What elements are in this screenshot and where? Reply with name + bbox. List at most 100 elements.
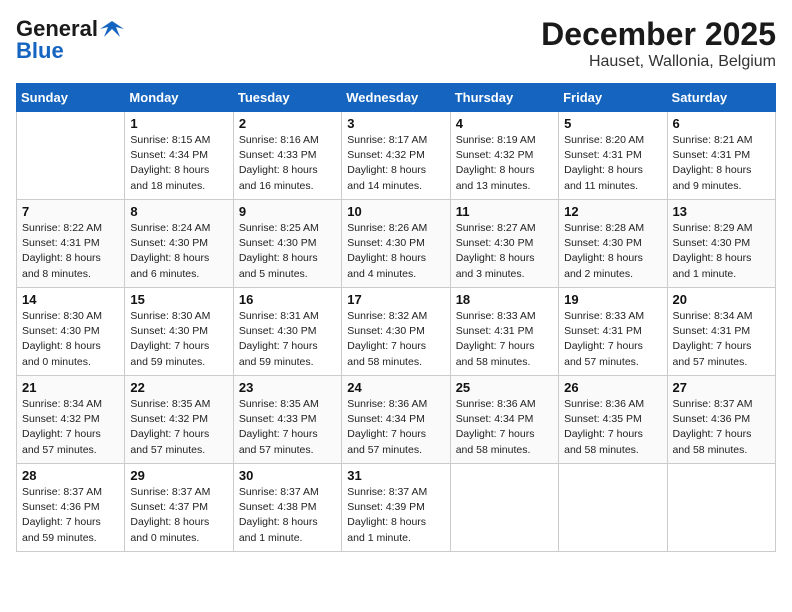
weekday-header: Monday <box>125 84 233 112</box>
calendar-day-cell: 11 Sunrise: 8:27 AMSunset: 4:30 PMDayligh… <box>450 200 558 288</box>
calendar-day-cell: 17Sunrise: 8:32 AMSunset: 4:30 PMDayligh… <box>342 288 450 376</box>
day-number: 31 <box>347 468 444 483</box>
calendar-day-cell: 16 Sunrise: 8:31 AMSunset: 4:30 PMDayligh… <box>233 288 341 376</box>
day-number: 8 <box>130 204 227 219</box>
calendar-day-cell: 23 Sunrise: 8:35 AMSunset: 4:33 PMDayligh… <box>233 376 341 464</box>
day-info: Sunrise: 8:21 AMSunset: 4:31 PMDaylight:… <box>673 133 770 194</box>
calendar-day-cell: 14Sunrise: 8:30 AMSunset: 4:30 PMDayligh… <box>17 288 125 376</box>
day-number: 23 <box>239 380 336 395</box>
logo-blue: Blue <box>16 38 64 64</box>
calendar-day-cell: 24 Sunrise: 8:36 AMSunset: 4:34 PMDayligh… <box>342 376 450 464</box>
calendar-day-cell: 15 Sunrise: 8:30 AMSunset: 4:30 PMDayligh… <box>125 288 233 376</box>
day-number: 27 <box>673 380 770 395</box>
weekday-header: Sunday <box>17 84 125 112</box>
calendar-table: SundayMondayTuesdayWednesdayThursdayFrid… <box>16 83 776 552</box>
day-number: 24 <box>347 380 444 395</box>
day-info: Sunrise: 8:36 AMSunset: 4:34 PMDaylight:… <box>347 397 444 458</box>
day-info: Sunrise: 8:32 AMSunset: 4:30 PMDaylight:… <box>347 309 444 370</box>
day-info: Sunrise: 8:27 AMSunset: 4:30 PMDaylight:… <box>456 221 553 282</box>
day-number: 29 <box>130 468 227 483</box>
calendar-header-row: SundayMondayTuesdayWednesdayThursdayFrid… <box>17 84 776 112</box>
day-info: Sunrise: 8:33 AMSunset: 4:31 PMDaylight:… <box>564 309 661 370</box>
day-info: Sunrise: 8:15 AMSunset: 4:34 PMDaylight:… <box>130 133 227 194</box>
calendar-week-row: 28 Sunrise: 8:37 AMSunset: 4:36 PMDayligh… <box>17 464 776 552</box>
day-number: 5 <box>564 116 661 131</box>
calendar-day-cell: 20 Sunrise: 8:34 AMSunset: 4:31 PMDayligh… <box>667 288 775 376</box>
day-info: Sunrise: 8:37 AMSunset: 4:37 PMDaylight:… <box>130 485 227 546</box>
day-number: 15 <box>130 292 227 307</box>
calendar-day-cell: 31Sunrise: 8:37 AMSunset: 4:39 PMDayligh… <box>342 464 450 552</box>
weekday-header: Saturday <box>667 84 775 112</box>
page-header: General Blue December 2025 Hauset, Wallo… <box>16 16 776 71</box>
day-number: 18 <box>456 292 553 307</box>
weekday-header: Thursday <box>450 84 558 112</box>
day-info: Sunrise: 8:25 AMSunset: 4:30 PMDaylight:… <box>239 221 336 282</box>
day-info: Sunrise: 8:24 AMSunset: 4:30 PMDaylight:… <box>130 221 227 282</box>
day-info: Sunrise: 8:34 AMSunset: 4:31 PMDaylight:… <box>673 309 770 370</box>
day-info: Sunrise: 8:35 AMSunset: 4:33 PMDaylight:… <box>239 397 336 458</box>
day-number: 22 <box>130 380 227 395</box>
day-info: Sunrise: 8:37 AMSunset: 4:38 PMDaylight:… <box>239 485 336 546</box>
calendar-day-cell: 18 Sunrise: 8:33 AMSunset: 4:31 PMDayligh… <box>450 288 558 376</box>
location: Hauset, Wallonia, Belgium <box>541 53 776 71</box>
day-number: 16 <box>239 292 336 307</box>
title-block: December 2025 Hauset, Wallonia, Belgium <box>541 16 776 71</box>
calendar-day-cell: 3Sunrise: 8:17 AMSunset: 4:32 PMDaylight… <box>342 112 450 200</box>
day-number: 21 <box>22 380 119 395</box>
day-number: 3 <box>347 116 444 131</box>
day-number: 11 <box>456 204 553 219</box>
day-number: 1 <box>130 116 227 131</box>
calendar-day-cell: 4 Sunrise: 8:19 AMSunset: 4:32 PMDaylight… <box>450 112 558 200</box>
calendar-day-cell: 22Sunrise: 8:35 AMSunset: 4:32 PMDayligh… <box>125 376 233 464</box>
day-info: Sunrise: 8:29 AMSunset: 4:30 PMDaylight:… <box>673 221 770 282</box>
weekday-header: Friday <box>559 84 667 112</box>
day-number: 9 <box>239 204 336 219</box>
day-number: 6 <box>673 116 770 131</box>
day-info: Sunrise: 8:30 AMSunset: 4:30 PMDaylight:… <box>22 309 119 370</box>
calendar-day-cell: 25Sunrise: 8:36 AMSunset: 4:34 PMDayligh… <box>450 376 558 464</box>
day-info: Sunrise: 8:31 AMSunset: 4:30 PMDaylight:… <box>239 309 336 370</box>
calendar-day-cell: 7 Sunrise: 8:22 AMSunset: 4:31 PMDaylight… <box>17 200 125 288</box>
calendar-day-cell <box>559 464 667 552</box>
day-info: Sunrise: 8:37 AMSunset: 4:36 PMDaylight:… <box>673 397 770 458</box>
calendar-day-cell: 6 Sunrise: 8:21 AMSunset: 4:31 PMDaylight… <box>667 112 775 200</box>
day-info: Sunrise: 8:26 AMSunset: 4:30 PMDaylight:… <box>347 221 444 282</box>
day-info: Sunrise: 8:30 AMSunset: 4:30 PMDaylight:… <box>130 309 227 370</box>
day-number: 26 <box>564 380 661 395</box>
calendar-week-row: 21 Sunrise: 8:34 AMSunset: 4:32 PMDayligh… <box>17 376 776 464</box>
logo-bird-icon <box>100 19 124 39</box>
day-number: 20 <box>673 292 770 307</box>
calendar-day-cell <box>667 464 775 552</box>
calendar-day-cell: 27 Sunrise: 8:37 AMSunset: 4:36 PMDayligh… <box>667 376 775 464</box>
calendar-day-cell: 12Sunrise: 8:28 AMSunset: 4:30 PMDayligh… <box>559 200 667 288</box>
calendar-week-row: 7 Sunrise: 8:22 AMSunset: 4:31 PMDaylight… <box>17 200 776 288</box>
day-number: 13 <box>673 204 770 219</box>
day-info: Sunrise: 8:16 AMSunset: 4:33 PMDaylight:… <box>239 133 336 194</box>
day-number: 10 <box>347 204 444 219</box>
day-info: Sunrise: 8:33 AMSunset: 4:31 PMDaylight:… <box>456 309 553 370</box>
calendar-day-cell: 30Sunrise: 8:37 AMSunset: 4:38 PMDayligh… <box>233 464 341 552</box>
day-number: 4 <box>456 116 553 131</box>
calendar-day-cell: 26Sunrise: 8:36 AMSunset: 4:35 PMDayligh… <box>559 376 667 464</box>
calendar-day-cell: 9 Sunrise: 8:25 AMSunset: 4:30 PMDaylight… <box>233 200 341 288</box>
day-info: Sunrise: 8:22 AMSunset: 4:31 PMDaylight:… <box>22 221 119 282</box>
day-info: Sunrise: 8:37 AMSunset: 4:36 PMDaylight:… <box>22 485 119 546</box>
day-info: Sunrise: 8:20 AMSunset: 4:31 PMDaylight:… <box>564 133 661 194</box>
weekday-header: Wednesday <box>342 84 450 112</box>
day-info: Sunrise: 8:34 AMSunset: 4:32 PMDaylight:… <box>22 397 119 458</box>
calendar-day-cell <box>450 464 558 552</box>
calendar-day-cell: 8 Sunrise: 8:24 AMSunset: 4:30 PMDaylight… <box>125 200 233 288</box>
month-title: December 2025 <box>541 16 776 53</box>
calendar-day-cell: 5 Sunrise: 8:20 AMSunset: 4:31 PMDaylight… <box>559 112 667 200</box>
calendar-day-cell: 13 Sunrise: 8:29 AMSunset: 4:30 PMDayligh… <box>667 200 775 288</box>
day-number: 25 <box>456 380 553 395</box>
calendar-week-row: 14Sunrise: 8:30 AMSunset: 4:30 PMDayligh… <box>17 288 776 376</box>
calendar-day-cell: 28 Sunrise: 8:37 AMSunset: 4:36 PMDayligh… <box>17 464 125 552</box>
day-info: Sunrise: 8:19 AMSunset: 4:32 PMDaylight:… <box>456 133 553 194</box>
day-number: 28 <box>22 468 119 483</box>
calendar-day-cell: 10 Sunrise: 8:26 AMSunset: 4:30 PMDayligh… <box>342 200 450 288</box>
calendar-day-cell: 29 Sunrise: 8:37 AMSunset: 4:37 PMDayligh… <box>125 464 233 552</box>
weekday-header: Tuesday <box>233 84 341 112</box>
day-number: 7 <box>22 204 119 219</box>
calendar-week-row: 1 Sunrise: 8:15 AMSunset: 4:34 PMDaylight… <box>17 112 776 200</box>
